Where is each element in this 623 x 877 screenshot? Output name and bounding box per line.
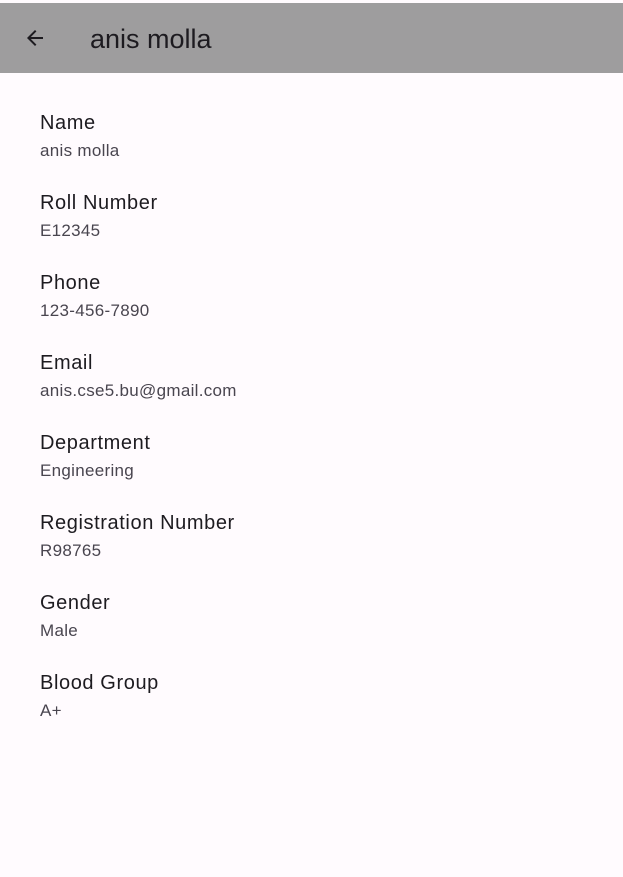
back-button[interactable] bbox=[13, 16, 57, 60]
field-label: Phone bbox=[40, 272, 101, 294]
field-value: anis.cse5.bu@gmail.com bbox=[40, 381, 237, 400]
app-bar: anis molla bbox=[0, 3, 623, 73]
detail-blood-group: Blood Group A+ bbox=[40, 670, 600, 750]
field-label: Gender bbox=[40, 592, 111, 614]
field-label: Email bbox=[40, 352, 94, 374]
arrow-back-icon bbox=[23, 26, 47, 50]
field-label: Name bbox=[40, 112, 96, 134]
detail-roll-number: Roll Number E12345 bbox=[40, 190, 600, 270]
field-label: Roll Number bbox=[40, 192, 158, 214]
detail-phone: Phone 123-456-7890 bbox=[40, 270, 600, 350]
detail-email: Email anis.cse5.bu@gmail.com bbox=[40, 350, 600, 430]
field-label: Blood Group bbox=[40, 672, 159, 694]
field-value: Male bbox=[40, 621, 79, 640]
detail-gender: Gender Male bbox=[40, 590, 600, 670]
page-title: anis molla bbox=[90, 24, 212, 54]
detail-name: Name anis molla bbox=[40, 110, 600, 190]
field-value: 123-456-7890 bbox=[40, 301, 150, 320]
field-value: A+ bbox=[40, 701, 62, 720]
detail-department: Department Engineering bbox=[40, 430, 600, 510]
field-value: R98765 bbox=[40, 541, 102, 560]
detail-registration-number: Registration Number R98765 bbox=[40, 510, 600, 590]
field-value: Engineering bbox=[40, 461, 135, 480]
field-label: Department bbox=[40, 432, 151, 454]
field-value: anis molla bbox=[40, 141, 120, 160]
field-value: E12345 bbox=[40, 221, 101, 240]
field-label: Registration Number bbox=[40, 512, 235, 534]
student-details: Name anis molla Roll Number E12345 Phone… bbox=[40, 110, 600, 750]
